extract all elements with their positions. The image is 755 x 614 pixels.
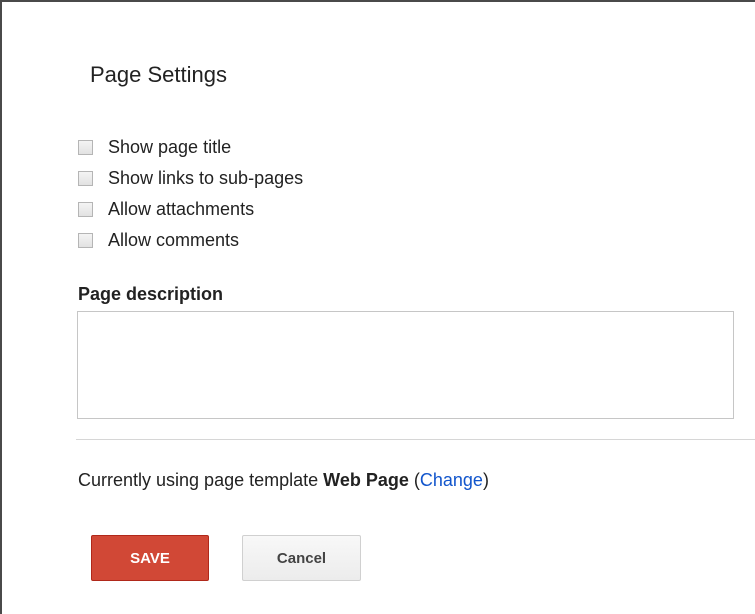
page-settings-dialog: Page Settings Show page title Show links… xyxy=(0,0,755,614)
divider xyxy=(76,439,755,440)
allow-comments-checkbox[interactable] xyxy=(78,232,93,248)
dialog-title: Page Settings xyxy=(90,62,227,87)
change-template-link[interactable]: Change xyxy=(420,470,483,490)
allow-attachments-checkbox[interactable] xyxy=(78,201,93,217)
option-show-page-title[interactable]: Show page title xyxy=(78,135,303,159)
template-info: Currently using page template Web Page (… xyxy=(78,470,489,491)
option-label: Allow attachments xyxy=(108,198,255,219)
option-label: Allow comments xyxy=(108,229,240,250)
option-label: Show links to sub-pages xyxy=(108,167,304,188)
option-label: Show page title xyxy=(108,136,232,157)
page-options-list: Show page title Show links to sub-pages … xyxy=(78,135,303,259)
option-show-links-to-sub-pages[interactable]: Show links to sub-pages xyxy=(78,166,303,190)
template-prefix: Currently using page template xyxy=(78,470,319,490)
option-allow-attachments[interactable]: Allow attachments xyxy=(78,197,303,221)
show-page-title-checkbox[interactable] xyxy=(78,139,93,155)
option-allow-comments[interactable]: Allow comments xyxy=(78,228,303,252)
show-links-to-sub-pages-checkbox[interactable] xyxy=(78,170,93,186)
template-name: Web Page xyxy=(323,470,409,490)
template-close-paren: ) xyxy=(482,470,489,490)
save-button[interactable]: SAVE xyxy=(91,535,209,581)
page-description-label: Page description xyxy=(78,284,224,304)
cancel-button[interactable]: Cancel xyxy=(242,535,361,581)
page-description-textarea[interactable] xyxy=(77,311,734,419)
